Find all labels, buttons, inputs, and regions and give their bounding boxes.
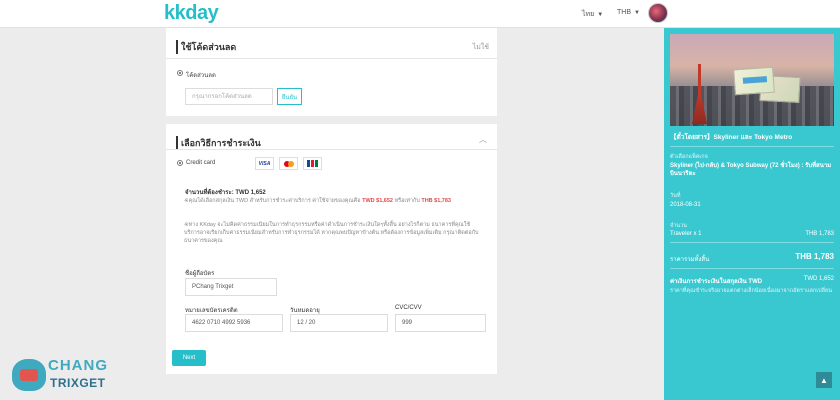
package-value: Skyliner (ไป-กลับ) & Tokyo Subway (72 ชั… bbox=[670, 163, 832, 177]
currency-note-mid: หรือเท่ากับ bbox=[394, 198, 420, 204]
chevron-down-icon: ▼ bbox=[597, 12, 604, 18]
divider bbox=[166, 149, 497, 150]
currency-note-prefix: ※คุณได้เลือกสกุลเงิน TWD สำหรับการชำระค่… bbox=[184, 198, 361, 204]
expiry-input[interactable]: 12 / 20 bbox=[290, 314, 388, 332]
payment-title: เลือกวิธีการชำระเงิน bbox=[176, 136, 261, 150]
credit-card-label: Credit card bbox=[186, 160, 216, 166]
top-bar: kkday ไทย ▼ THB ▼ bbox=[0, 0, 840, 28]
card-number-input[interactable]: 4622 0710 4992 5936 bbox=[185, 314, 283, 332]
apply-promo-button[interactable]: ยืนยัน bbox=[277, 88, 302, 105]
promo-radio-label: โค้ดส่วนลด bbox=[186, 73, 216, 79]
total-label: ราคารวมทั้งสิ้น bbox=[670, 257, 710, 263]
promo-radio[interactable] bbox=[177, 70, 183, 76]
cardholder-label: ชื่อผู้ถือบัตร bbox=[185, 271, 215, 277]
language-selector[interactable]: ไทย ▼ bbox=[582, 9, 603, 20]
currency-note: ※คุณได้เลือกสกุลเงิน TWD สำหรับการชำระค่… bbox=[184, 197, 484, 205]
pay-currency-label: ค่าเงินการชำระเงินในสกุลเงิน TWD bbox=[670, 279, 763, 285]
currency-note-amount: TWD $1,652 bbox=[362, 198, 393, 204]
divider bbox=[166, 58, 497, 59]
currency-label: THB bbox=[617, 9, 631, 16]
cardholder-input[interactable]: PChang Trixget bbox=[185, 278, 277, 296]
ticket-image bbox=[733, 66, 775, 96]
scroll-to-top-icon[interactable]: ▲ bbox=[816, 372, 832, 388]
chang-trixget-watermark: CHANG TRIXGET bbox=[10, 357, 120, 393]
divider bbox=[670, 146, 834, 147]
currency-selector[interactable]: THB ▼ bbox=[617, 9, 640, 16]
fee-note: ※ทาง KKday จะไม่คิดค่าธรรมเนียมในการทำธุ… bbox=[184, 222, 479, 244]
cvc-label: CVC/CVV bbox=[395, 305, 422, 311]
promo-title: ใช้โค้ดส่วนลด bbox=[176, 40, 236, 54]
elephant-logo-icon bbox=[12, 359, 46, 391]
pay-currency-note: ราคาที่คุณชำระจริงอาจแตกต่างเล็กน้อยเนื่… bbox=[670, 288, 832, 294]
currency-note-amount2: THB $1,783 bbox=[421, 198, 451, 204]
cvc-input[interactable]: 999 bbox=[395, 314, 486, 332]
watermark-line1: CHANG bbox=[48, 357, 108, 374]
quantity-value: Traveler x 1 bbox=[670, 231, 702, 237]
kkday-logo[interactable]: kkday bbox=[164, 2, 219, 25]
product-image bbox=[670, 34, 834, 126]
visa-icon: VISA bbox=[255, 157, 274, 170]
quantity-label: จำนวน bbox=[670, 223, 687, 229]
total-value: THB 1,783 bbox=[795, 252, 834, 261]
language-label: ไทย bbox=[582, 11, 595, 18]
package-label: ตัวเลือกแพ็คเกจ bbox=[670, 154, 708, 160]
visa-text: VISA bbox=[258, 160, 271, 167]
date-value: 2018-08-31 bbox=[670, 202, 701, 208]
chevron-up-icon[interactable]: ︿ bbox=[479, 134, 487, 145]
mastercard-icon bbox=[279, 157, 298, 170]
avatar[interactable] bbox=[648, 3, 668, 23]
pay-currency-value: TWD 1,652 bbox=[803, 276, 834, 282]
promo-code-input[interactable] bbox=[185, 88, 273, 105]
payment-method-panel: เลือกวิธีการชำระเงิน ︿ bbox=[166, 124, 497, 374]
divider bbox=[670, 242, 834, 243]
product-title: 【ตั๋วโดยสาร】Skyliner และ Tokyo Metro bbox=[670, 134, 793, 141]
chevron-down-icon: ▼ bbox=[634, 10, 640, 16]
watermark-line2: TRIXGET bbox=[50, 376, 106, 390]
next-button[interactable]: Next bbox=[172, 350, 206, 366]
date-label: วันที่ bbox=[670, 193, 681, 199]
quantity-price: THB 1,783 bbox=[805, 231, 834, 237]
jcb-icon bbox=[303, 157, 322, 170]
credit-card-radio[interactable] bbox=[177, 160, 183, 166]
promo-toggle[interactable]: ไม่ใช้ bbox=[473, 42, 489, 53]
amount-due: จำนวนที่ต้องชำระ: TWD 1,652 bbox=[185, 190, 266, 196]
divider bbox=[670, 268, 834, 269]
